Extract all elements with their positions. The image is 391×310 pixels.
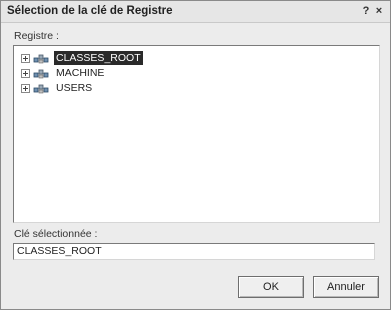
close-button[interactable]: ×: [373, 5, 385, 17]
expand-icon[interactable]: [21, 54, 30, 63]
registry-key-dialog: Sélection de la clé de Registre ? × Regi…: [0, 0, 391, 310]
tree-item-label: MACHINE: [56, 67, 105, 79]
dialog-title: Sélection de la clé de Registre: [7, 5, 173, 17]
tree-item-label: CLASSES_ROOT: [54, 51, 143, 65]
registry-label: Registre :: [14, 30, 59, 42]
cancel-button[interactable]: Annuler: [313, 276, 379, 298]
tree-item-classes-root[interactable]: CLASSES_ROOT: [14, 51, 214, 65]
registry-tree[interactable]: CLASSES_ROOT MACHINE USERS: [13, 45, 380, 223]
registry-node-icon: [33, 69, 49, 79]
ok-button[interactable]: OK: [238, 276, 304, 298]
selected-key-field[interactable]: CLASSES_ROOT: [13, 243, 375, 260]
help-button[interactable]: ?: [360, 5, 372, 17]
selected-key-label: Clé sélectionnée :: [14, 228, 98, 240]
registry-node-icon: [33, 54, 49, 64]
expand-icon[interactable]: [21, 69, 30, 78]
registry-node-icon: [33, 84, 49, 94]
tree-item-label: USERS: [56, 82, 93, 94]
expand-icon[interactable]: [21, 84, 30, 93]
title-bar: Sélection de la clé de Registre ? ×: [1, 1, 390, 23]
tree-item-users[interactable]: USERS: [14, 81, 214, 95]
tree-item-machine[interactable]: MACHINE: [14, 66, 214, 80]
